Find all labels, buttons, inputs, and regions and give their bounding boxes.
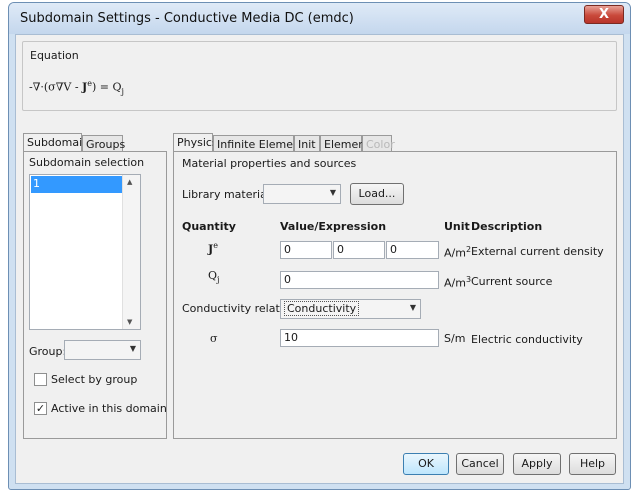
select-by-group-label: Select by group xyxy=(51,373,138,386)
scroll-up-icon[interactable]: ▲ xyxy=(127,178,132,186)
tab-infinite-elements[interactable]: Infinite Elements xyxy=(213,135,310,152)
apply-button[interactable]: Apply xyxy=(513,453,561,475)
active-in-domain-label: Active in this domain xyxy=(51,402,167,415)
select-by-group-checkbox[interactable] xyxy=(34,373,47,386)
sigma-description: Electric conductivity xyxy=(471,333,583,346)
tab-physics[interactable]: Physics xyxy=(173,133,218,152)
section-title: Material properties and sources xyxy=(182,157,357,170)
checkmark-icon: ✓ xyxy=(35,402,46,415)
tab-groups[interactable]: Groups xyxy=(82,135,125,152)
header-unit: Unit xyxy=(444,220,470,233)
window-title: Subdomain Settings - Conductive Media DC… xyxy=(20,11,354,26)
tab-subdomains[interactable]: Subdomains xyxy=(23,133,95,152)
je-z-input[interactable]: 0 xyxy=(386,241,439,259)
dialog-client: Equation -∇·(σ∇V - Je) = Qj Subdomains G… xyxy=(15,34,624,484)
qj-quantity: Qj xyxy=(208,269,220,285)
chevron-down-icon: ▼ xyxy=(409,303,416,312)
equation-label: Equation xyxy=(30,49,79,62)
active-in-domain-checkbox[interactable]: ✓ xyxy=(34,402,47,415)
je-y-input[interactable]: 0 xyxy=(333,241,385,259)
qj-description: Current source xyxy=(471,275,553,288)
chevron-down-icon: ▼ xyxy=(129,344,136,353)
physics-panel: Material properties and sources Library … xyxy=(173,151,617,439)
equation-group: Equation -∇·(σ∇V - Je) = Qj xyxy=(22,41,617,111)
sigma-input[interactable]: 10 xyxy=(280,329,439,347)
je-description: External current density xyxy=(471,245,604,258)
title-bar[interactable]: Subdomain Settings - Conductive Media DC… xyxy=(9,3,630,34)
help-button[interactable]: Help xyxy=(569,453,616,475)
close-button[interactable]: X xyxy=(584,5,624,24)
sigma-quantity: σ xyxy=(210,332,218,345)
library-material-label: Library material: xyxy=(182,188,274,201)
list-scrollbar[interactable]: ▲ ▼ xyxy=(122,175,140,329)
load-button[interactable]: Load... xyxy=(350,183,404,205)
list-item[interactable]: 1 xyxy=(31,176,122,193)
sigma-unit: S/m xyxy=(444,332,466,345)
chevron-down-icon: ▼ xyxy=(329,188,336,197)
tab-color: Color xyxy=(362,135,395,152)
group-label: Group: xyxy=(29,345,67,358)
dialog-window: Subdomain Settings - Conductive Media DC… xyxy=(8,2,631,490)
cancel-button[interactable]: Cancel xyxy=(456,453,504,475)
subdomain-selection-label: Subdomain selection xyxy=(29,156,145,169)
header-value: Value/Expression xyxy=(280,220,387,233)
header-description: Description xyxy=(471,220,543,233)
scroll-down-icon[interactable]: ▼ xyxy=(127,318,132,326)
header-quantity: Quantity xyxy=(182,220,236,233)
group-select[interactable]: ▼ xyxy=(64,340,141,360)
qj-input[interactable]: 0 xyxy=(280,271,439,289)
ok-button[interactable]: OK xyxy=(403,453,449,475)
qj-unit: A/m3 xyxy=(444,275,472,290)
je-unit: A/m2 xyxy=(444,245,472,260)
equation-formula: -∇·(σ∇V - Je) = Qj xyxy=(29,79,124,96)
library-material-select[interactable]: ▼ xyxy=(263,184,341,204)
subdomain-list[interactable]: 1 ▲ ▼ xyxy=(29,174,141,330)
je-quantity: Je xyxy=(208,241,218,256)
conductivity-relation-select[interactable]: Conductivity ▼ xyxy=(280,299,421,319)
je-x-input[interactable]: 0 xyxy=(280,241,332,259)
subdomains-panel: Subdomain selection 1 ▲ ▼ Group: ▼ Selec… xyxy=(23,151,167,439)
tab-element[interactable]: Element xyxy=(320,135,370,152)
conductivity-relation-value: Conductivity xyxy=(284,301,360,316)
tab-init[interactable]: Init xyxy=(294,135,320,152)
